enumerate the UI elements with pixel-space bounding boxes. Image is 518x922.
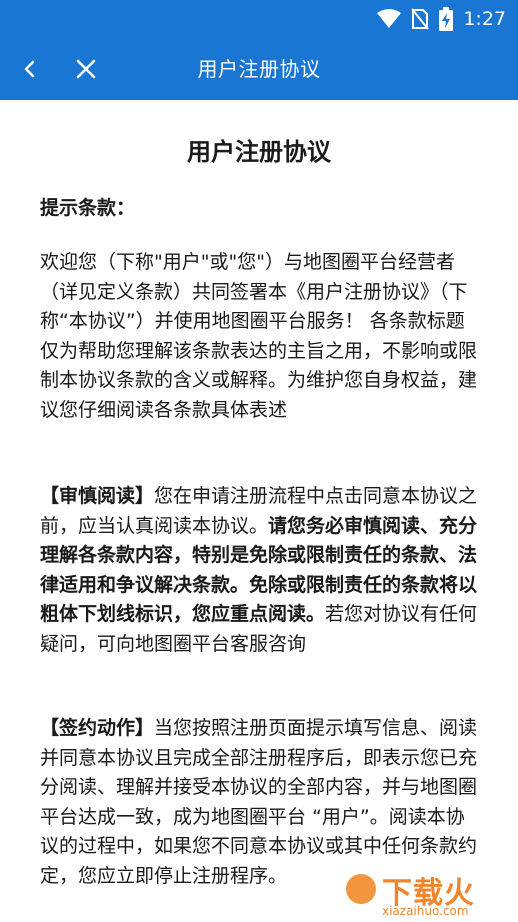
app-bar: 用户注册协议 (0, 38, 518, 100)
document-title: 用户注册协议 (187, 138, 331, 166)
no-sim-icon (411, 8, 430, 30)
status-bar: 1:27 (0, 0, 518, 38)
battery-charging-icon (439, 7, 454, 31)
status-time: 1:27 (463, 8, 506, 30)
wifi-icon (377, 9, 402, 29)
paragraph-signing-action: 【签约动作】当您按照注册页面提示填写信息、阅读并同意本协议且完成全部注册程序后，… (40, 714, 480, 891)
app-bar-title: 用户注册协议 (197, 57, 321, 81)
signing-action-text: 当您按照注册页面提示填写信息、阅读并同意本协议且完成全部注册程序后，即表示您已充… (40, 717, 478, 887)
careful-reading-label: 【审慎阅读】 (40, 485, 155, 507)
status-icons: 1:27 (377, 6, 506, 32)
tips-heading: 提示条款： (40, 197, 136, 219)
agreement-content[interactable]: 用户注册协议 提示条款： 欢迎您（下称"用户"或"您"）与地图圈平台经营者（详见… (0, 100, 518, 922)
paragraph-intro: 欢迎您（下称"用户"或"您"）与地图圈平台经营者（详见定义条款）共同签署本《用户… (40, 251, 478, 421)
paragraph-careful-reading: 【审慎阅读】您在申请注册流程中点击同意本协议之前，应当认真阅读本协议。请您务必审… (40, 482, 480, 659)
signing-action-label: 【签约动作】 (40, 717, 155, 739)
